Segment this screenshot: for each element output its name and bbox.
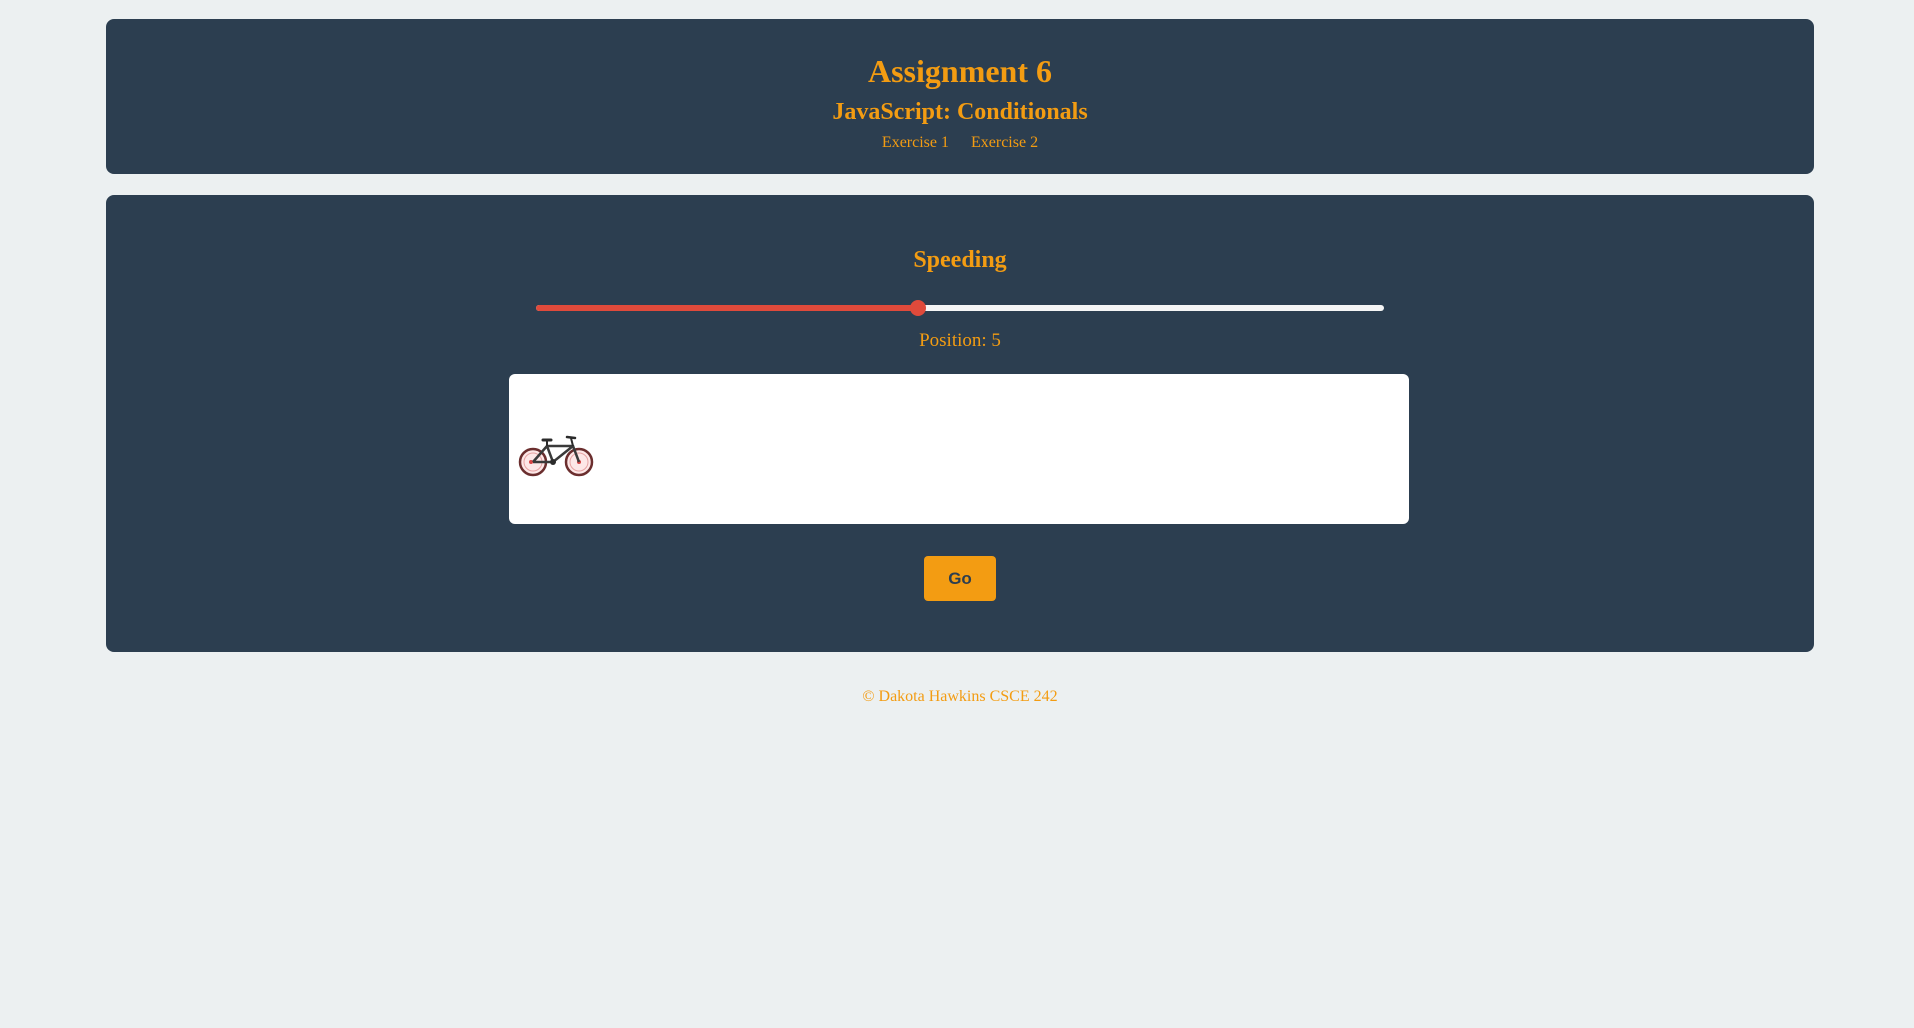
section-title: Speeding [913, 247, 1007, 273]
speed-slider[interactable] [536, 298, 1384, 318]
position-readout: Position: 5 [919, 330, 1001, 351]
footer-copyright: © Dakota Hawkins CSCE 242 [862, 688, 1058, 705]
exercise-nav: Exercise 1 Exercise 2 [106, 133, 1814, 153]
bicycle-icon [518, 435, 594, 477]
speeding-panel: Speeding Position: 5 Go [106, 195, 1814, 652]
page-subtitle: JavaScript: Conditionals [832, 99, 1088, 125]
slider-thumb[interactable] [909, 300, 926, 316]
page-header: Assignment 6 JavaScript: Conditionals Ex… [106, 19, 1814, 174]
page-title: Assignment 6 [867, 53, 1052, 89]
go-button[interactable]: Go [924, 556, 996, 601]
race-track [509, 374, 1409, 524]
slider-fill [536, 305, 918, 311]
nav-link-exercise-1[interactable]: Exercise 1 [882, 134, 949, 151]
nav-link-exercise-2[interactable]: Exercise 2 [971, 134, 1038, 151]
